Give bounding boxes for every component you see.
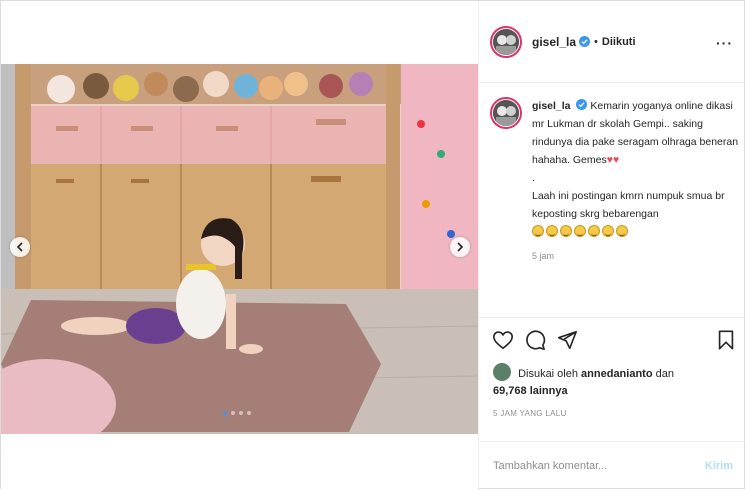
author-username[interactable]: gisel_la bbox=[532, 35, 576, 49]
avatar-image bbox=[493, 28, 519, 55]
verified-badge-icon bbox=[579, 36, 591, 47]
avatar-image bbox=[493, 100, 519, 126]
post-media bbox=[1, 1, 478, 490]
laughing-emoji-icon bbox=[560, 225, 572, 237]
caption-dot: . bbox=[532, 172, 535, 184]
like-heart-icon[interactable] bbox=[492, 329, 514, 351]
next-slide-button[interactable] bbox=[450, 237, 470, 257]
liker-username[interactable]: annedanianto bbox=[581, 368, 653, 380]
post-timestamp[interactable]: 5 JAM YANG LALU bbox=[493, 409, 567, 418]
likes-prefix: Disukai oleh bbox=[518, 368, 578, 380]
laughing-emoji-icon bbox=[574, 225, 586, 237]
previous-slide-button[interactable] bbox=[10, 237, 30, 257]
chevron-left-icon bbox=[16, 242, 23, 252]
following-button[interactable]: Diikuti bbox=[602, 36, 636, 48]
laughing-emoji-icon bbox=[532, 225, 544, 237]
likes-count[interactable]: 69,768 lainnya bbox=[493, 385, 568, 397]
post-side-panel: gisel_la • Diikuti ··· gisel_la Kemarin … bbox=[478, 1, 745, 490]
laughing-emoji-icon bbox=[588, 225, 600, 237]
share-send-icon[interactable] bbox=[556, 329, 578, 351]
photo-illustration bbox=[1, 64, 478, 434]
comment-icon[interactable] bbox=[524, 329, 546, 351]
header-separator: • bbox=[594, 35, 598, 48]
caption-body-line2: Laah ini postingan kmrn numpuk smua br k… bbox=[532, 190, 725, 220]
save-bookmark-icon[interactable] bbox=[715, 329, 737, 351]
chevron-right-icon bbox=[457, 242, 464, 252]
author-avatar[interactable] bbox=[490, 25, 522, 58]
action-bar bbox=[479, 317, 745, 367]
laughing-emoji-icon bbox=[602, 225, 614, 237]
caption-text: gisel_la Kemarin yoganya online dikasi m… bbox=[532, 97, 740, 241]
carousel-dot bbox=[223, 411, 227, 415]
post-header: gisel_la • Diikuti ··· bbox=[479, 1, 745, 83]
instagram-post-window: gisel_la • Diikuti ··· gisel_la Kemarin … bbox=[0, 0, 745, 490]
likes-connector: dan bbox=[655, 368, 674, 380]
laughing-emoji-icon bbox=[616, 225, 628, 237]
likes-summary: Disukai oleh annedanianto dan 69,768 lai… bbox=[493, 363, 743, 400]
post-comment-button[interactable]: Kirim bbox=[705, 460, 733, 472]
caption-timestamp: 5 jam bbox=[532, 251, 555, 261]
carousel-dot bbox=[247, 411, 251, 415]
carousel-dot bbox=[239, 411, 243, 415]
post-photo[interactable] bbox=[1, 64, 478, 434]
comment-input[interactable] bbox=[493, 460, 705, 472]
caption-author-avatar[interactable] bbox=[490, 97, 522, 129]
carousel-indicator bbox=[223, 411, 251, 415]
caption-username[interactable]: gisel_la bbox=[532, 100, 571, 112]
verified-badge-icon bbox=[576, 99, 588, 110]
laughing-emoji-icon bbox=[546, 225, 558, 237]
heart-emoji-icon: ♥♥ bbox=[606, 154, 620, 166]
more-options-icon[interactable]: ··· bbox=[716, 35, 733, 51]
carousel-dot bbox=[231, 411, 235, 415]
emoji-row bbox=[532, 225, 630, 238]
post-caption: gisel_la Kemarin yoganya online dikasi m… bbox=[490, 97, 740, 261]
comment-bar: Kirim bbox=[479, 441, 745, 490]
liker-avatar[interactable] bbox=[493, 363, 511, 381]
